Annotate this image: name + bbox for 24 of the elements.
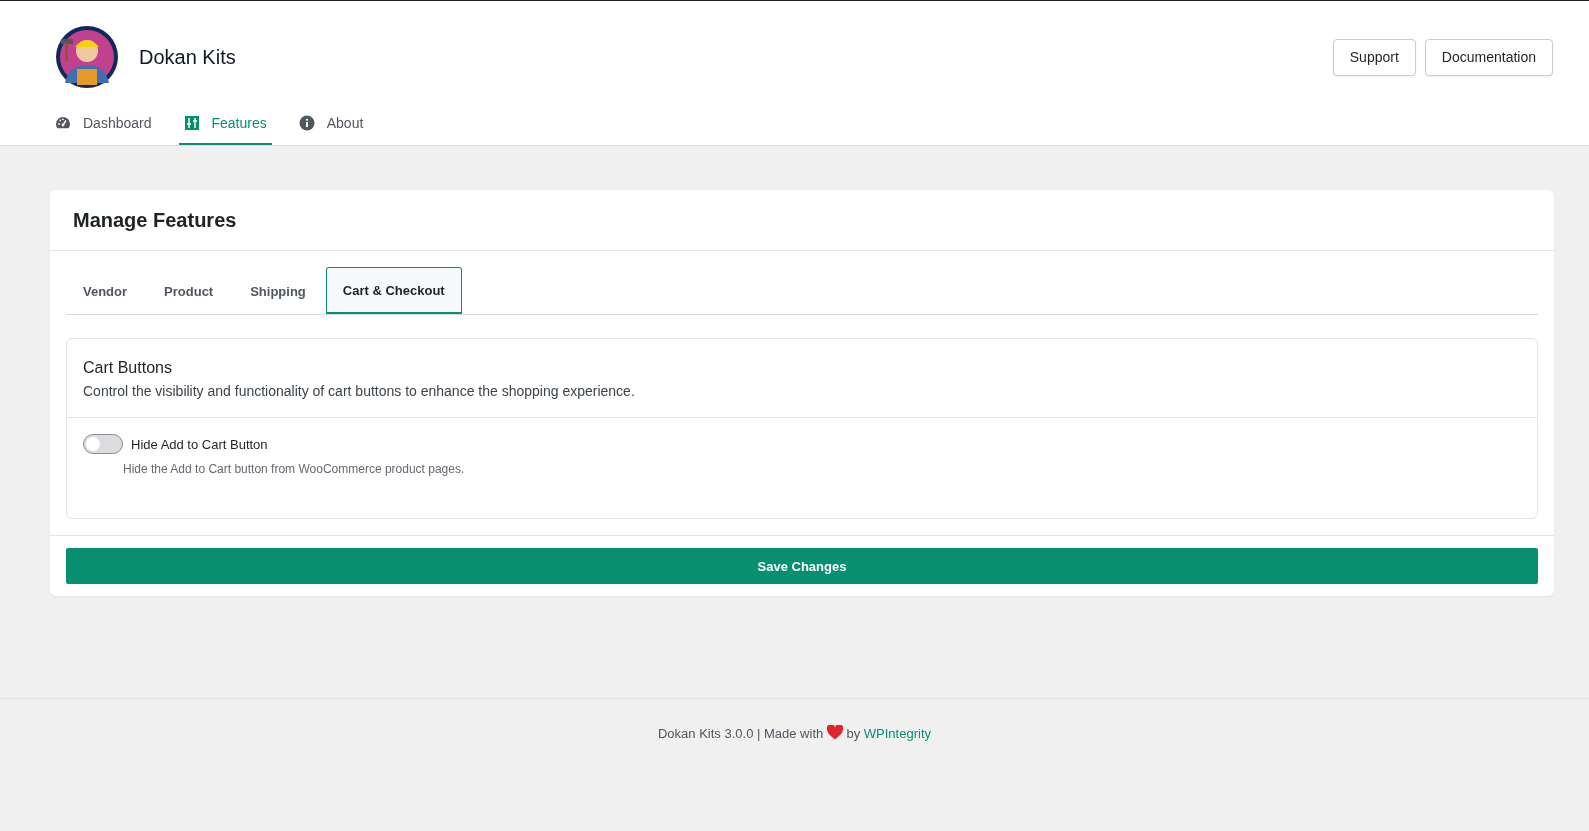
header-button[interactable]: Support: [1332, 38, 1416, 76]
section-description: Control the visibility and functionality of cart buttons to enhance the shopping experience.: [83, 383, 636, 399]
header-button[interactable]: Documentation: [1424, 38, 1553, 76]
logo-icon: [55, 25, 119, 89]
setting-help: Hide the Add to Cart button from WooCommerce product pages.: [123, 462, 466, 476]
gauge-icon: [55, 115, 71, 131]
nav-tab[interactable]: Features: [178, 103, 272, 145]
tab[interactable]: Cart & Checkout: [325, 267, 462, 314]
tab[interactable]: Vendor: [66, 267, 145, 314]
setting-label: Hide Add to Cart Button: [131, 436, 268, 452]
nav-tab[interactable]: Dashboard: [50, 103, 157, 145]
card-title: Manage Features: [73, 208, 238, 233]
tab[interactable]: Product: [147, 267, 231, 314]
sliders-icon: [183, 115, 200, 131]
heart-icon: [826, 725, 843, 740]
app-title: Dokan Kits: [139, 45, 236, 69]
info-icon: [298, 115, 315, 131]
save-button[interactable]: Save Changes: [66, 548, 1538, 584]
toggle-switch[interactable]: [83, 434, 123, 454]
footer-link[interactable]: WPIntegrity: [863, 726, 931, 741]
section-title: Cart Buttons: [83, 359, 173, 377]
tab[interactable]: Shipping: [233, 267, 323, 314]
nav-tab[interactable]: About: [293, 103, 369, 145]
footer-text: Dokan Kits 3.0.0 | Made with by WPIntegrity: [657, 725, 932, 741]
